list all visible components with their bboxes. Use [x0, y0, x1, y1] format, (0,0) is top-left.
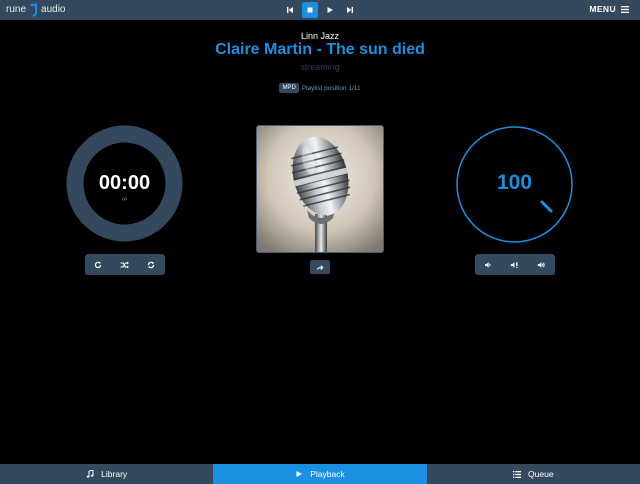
rune-logo-icon — [30, 3, 38, 17]
hamburger-icon — [621, 5, 629, 13]
volume-down-icon — [485, 261, 491, 268]
transport-controls — [282, 2, 358, 18]
logo-text-left: rune — [6, 4, 27, 15]
playback-state: streaming — [300, 62, 340, 72]
music-note-icon — [86, 470, 94, 478]
play-button[interactable] — [322, 2, 338, 18]
playback-mode-controls — [85, 254, 165, 275]
mute-icon — [511, 261, 518, 268]
repeat-button[interactable] — [85, 254, 112, 275]
tab-queue[interactable]: Queue — [426, 464, 640, 484]
tab-playback-label: Playback — [310, 469, 345, 479]
tab-queue-label: Queue — [528, 469, 554, 479]
total-time: ∞ — [122, 196, 127, 203]
tab-library-label: Library — [101, 469, 128, 479]
playlist-position-text: Playlist position 1/11 — [301, 84, 361, 92]
track-title: Claire Martin - The sun died — [215, 41, 425, 58]
skip-forward-icon — [347, 7, 353, 13]
source-badge: MPD — [279, 83, 299, 93]
volume-down-button[interactable] — [475, 254, 502, 275]
shuffle-button[interactable] — [112, 254, 139, 275]
volume-up-icon — [537, 261, 545, 268]
cover-art — [256, 125, 384, 253]
logo-text-right: audio — [41, 4, 66, 15]
single-repeat-icon — [148, 261, 155, 268]
volume-level: 100 — [496, 171, 533, 194]
shuffle-icon — [120, 261, 130, 268]
skip-back-icon — [287, 7, 293, 13]
share-button[interactable] — [310, 260, 330, 274]
top-bar: rune audio MENU — [0, 0, 640, 20]
stop-button[interactable] — [302, 2, 318, 18]
menu-label: MENU — [589, 4, 616, 14]
next-button[interactable] — [342, 2, 358, 18]
repeat-icon — [95, 261, 102, 268]
microphone-image — [257, 126, 383, 252]
share-icon — [316, 264, 324, 270]
stop-icon — [307, 7, 313, 13]
elapsed-time: 00:00 — [98, 172, 151, 194]
mute-button[interactable] — [502, 254, 529, 275]
single-repeat-button[interactable] — [138, 254, 165, 275]
tab-playback[interactable]: Playback — [213, 464, 427, 484]
play-icon — [327, 7, 333, 13]
bottom-nav: Library Playback Queue — [0, 464, 640, 484]
tab-library[interactable]: Library — [0, 464, 214, 484]
volume-indicator — [540, 200, 553, 213]
volume-controls — [475, 254, 555, 275]
logo[interactable]: rune audio — [6, 3, 65, 17]
previous-button[interactable] — [282, 2, 298, 18]
station-name: Linn Jazz — [300, 31, 340, 41]
menu-button[interactable]: MENU — [589, 4, 629, 14]
playlist-position: MPD Playlist position 1/11 — [0, 83, 640, 93]
play-icon — [296, 471, 303, 477]
list-icon — [513, 470, 522, 478]
volume-up-button[interactable] — [528, 254, 555, 275]
